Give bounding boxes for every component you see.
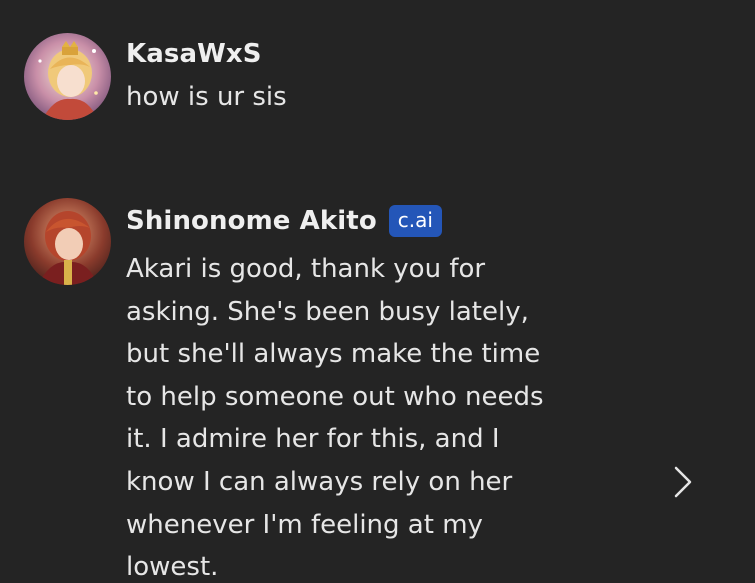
- author-name: KasaWxS: [126, 39, 262, 69]
- chat-message-character: Shinonome Akito c.ai Akari is good, than…: [0, 160, 755, 583]
- ai-badge: c.ai: [388, 205, 442, 237]
- author-name: Shinonome Akito: [126, 206, 377, 236]
- message-text: how is ur sis: [126, 82, 287, 112]
- character-avatar-icon[interactable]: [24, 198, 111, 285]
- chevron-right-icon[interactable]: [668, 462, 698, 502]
- chat-screen: KasaWxS how is ur sis Shinonome Akito c.…: [0, 0, 755, 583]
- user-avatar-icon[interactable]: [24, 33, 111, 120]
- chat-message-user: KasaWxS how is ur sis: [0, 0, 755, 160]
- message-text: Akari is good, thank you for asking. She…: [126, 254, 544, 583]
